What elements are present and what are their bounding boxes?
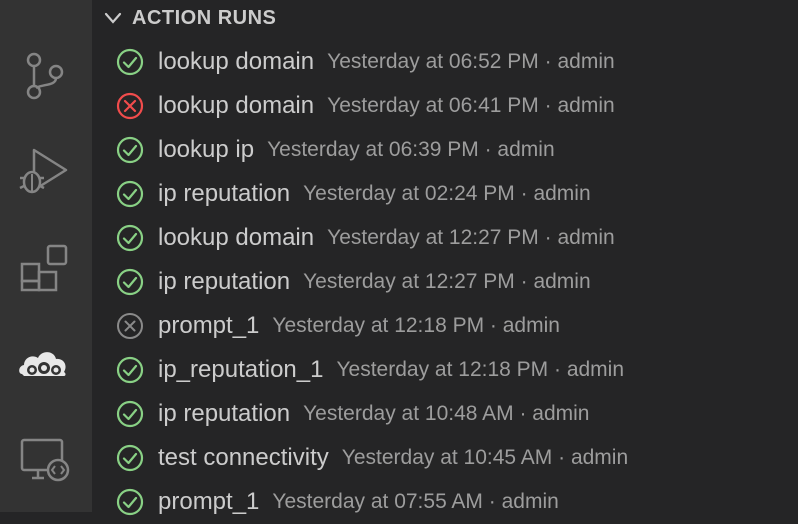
activity-bar bbox=[0, 0, 92, 512]
run-name: ip reputation bbox=[158, 400, 291, 427]
run-row[interactable]: test connectivity Yesterday at 10:45 AM ·… bbox=[92, 436, 798, 480]
run-meta: Yesterday at 07:55 AM · admin bbox=[272, 490, 559, 513]
error-circle-icon bbox=[115, 91, 145, 121]
run-name: lookup domain bbox=[158, 224, 315, 251]
check-circle-icon bbox=[115, 47, 145, 77]
run-meta: Yesterday at 02:24 PM · admin bbox=[303, 182, 591, 205]
run-row[interactable]: ip reputation Yesterday at 02:24 PM · adm… bbox=[92, 172, 798, 216]
run-meta: Yesterday at 12:18 PM · admin bbox=[272, 314, 560, 337]
run-meta: Yesterday at 12:27 PM · admin bbox=[327, 226, 615, 249]
chevron-down-icon[interactable] bbox=[102, 7, 124, 29]
run-list: lookup domain Yesterday at 06:52 PM · adm… bbox=[92, 40, 798, 524]
run-name: ip_reputation_1 bbox=[158, 356, 324, 383]
run-row[interactable]: ip reputation Yesterday at 10:48 AM · adm… bbox=[92, 392, 798, 436]
run-row[interactable]: lookup ip Yesterday at 06:39 PM · admin bbox=[92, 128, 798, 172]
run-meta: Yesterday at 10:48 AM · admin bbox=[303, 402, 590, 425]
run-meta: Yesterday at 06:39 PM · admin bbox=[267, 138, 555, 161]
check-circle-icon bbox=[115, 223, 145, 253]
collapse-chevron-icon[interactable] bbox=[22, 0, 52, 10]
run-name: lookup ip bbox=[158, 136, 255, 163]
run-row[interactable]: prompt_1 Yesterday at 07:55 AM · admin bbox=[92, 480, 798, 524]
run-name: ip reputation bbox=[158, 180, 291, 207]
source-control-icon[interactable] bbox=[14, 46, 74, 106]
run-meta: Yesterday at 06:41 PM · admin bbox=[327, 94, 615, 117]
check-circle-icon bbox=[115, 443, 145, 473]
run-debug-icon[interactable] bbox=[14, 142, 74, 202]
run-name: prompt_1 bbox=[158, 312, 260, 339]
run-row[interactable]: ip_reputation_1 Yesterday at 12:18 PM · a… bbox=[92, 348, 798, 392]
check-circle-icon bbox=[115, 267, 145, 297]
section-title: ACTION RUNS bbox=[132, 6, 277, 29]
check-circle-icon bbox=[115, 179, 145, 209]
check-circle-icon bbox=[115, 355, 145, 385]
run-name: lookup domain bbox=[158, 48, 315, 75]
run-name: lookup domain bbox=[158, 92, 315, 119]
extensions-icon[interactable] bbox=[14, 238, 74, 298]
check-circle-icon bbox=[115, 487, 145, 517]
run-row[interactable]: lookup domain Yesterday at 06:52 PM · adm… bbox=[92, 40, 798, 84]
run-meta: Yesterday at 06:52 PM · admin bbox=[327, 50, 615, 73]
run-meta: Yesterday at 10:45 AM · admin bbox=[341, 446, 629, 469]
run-row[interactable]: lookup domain Yesterday at 12:27 PM · adm… bbox=[92, 216, 798, 260]
check-circle-icon bbox=[115, 135, 145, 165]
remote-explorer-icon[interactable] bbox=[14, 430, 74, 490]
section-header[interactable]: ACTION RUNS bbox=[92, 0, 798, 36]
run-name: ip reputation bbox=[158, 268, 291, 295]
check-circle-icon bbox=[115, 399, 145, 429]
run-row[interactable]: lookup domain Yesterday at 06:41 PM · adm… bbox=[92, 84, 798, 128]
run-meta: Yesterday at 12:27 PM · admin bbox=[303, 270, 591, 293]
run-meta: Yesterday at 12:18 PM · admin bbox=[336, 358, 625, 381]
action-runs-panel: ACTION RUNS lookup domain Yesterday at 06… bbox=[92, 0, 798, 516]
cancelled-circle-icon bbox=[115, 311, 145, 341]
cloud-gears-icon[interactable] bbox=[14, 334, 74, 394]
run-name: test connectivity bbox=[158, 444, 329, 471]
run-row[interactable]: prompt_1 Yesterday at 12:18 PM · admin bbox=[92, 304, 798, 348]
run-row[interactable]: ip reputation Yesterday at 12:27 PM · adm… bbox=[92, 260, 798, 304]
